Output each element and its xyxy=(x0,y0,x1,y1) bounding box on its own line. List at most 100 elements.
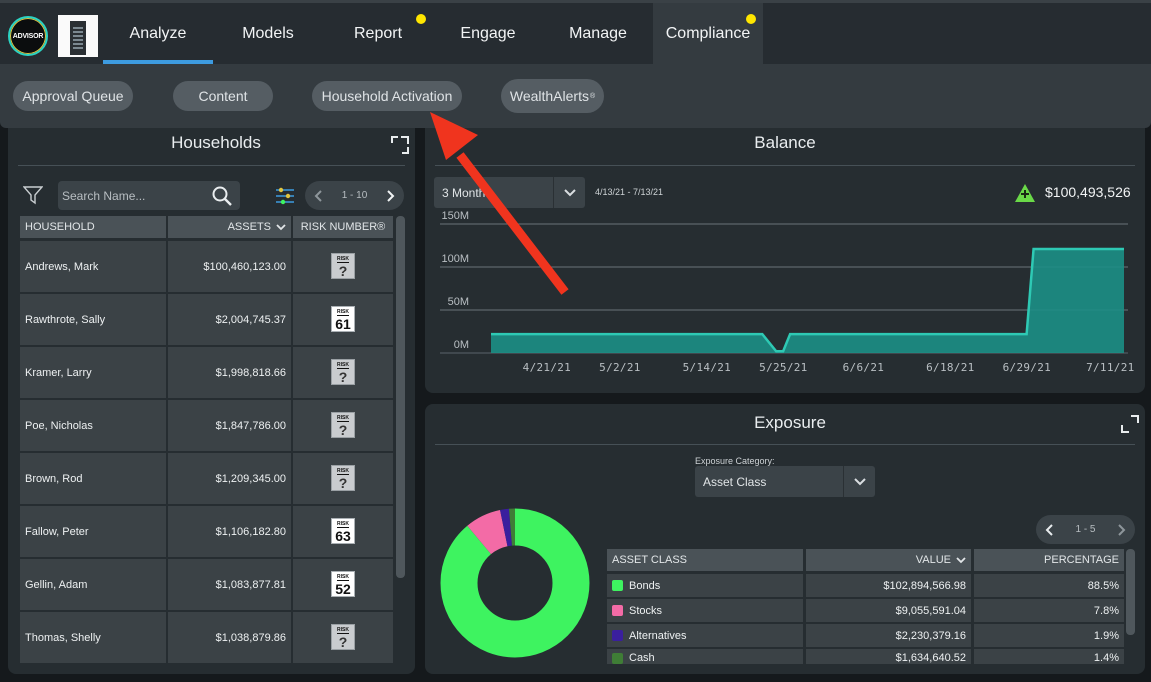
risk-number-badge[interactable]: RISK? xyxy=(331,624,355,650)
nav-label: Manage xyxy=(569,24,627,42)
risk-number-badge[interactable]: RISK? xyxy=(331,253,355,279)
household-assets-cell: $1,106,182.80 xyxy=(168,506,291,557)
asset-value-cell: $9,055,591.04 xyxy=(806,599,971,622)
content-button[interactable]: Content xyxy=(173,81,273,111)
nav-label: Engage xyxy=(460,24,516,42)
risk-number-badge[interactable]: RISK? xyxy=(331,465,355,491)
asset-value: $1,634,640.52 xyxy=(895,652,966,664)
header-label: HOUSEHOLD xyxy=(25,221,95,233)
nav-tab-compliance[interactable]: Compliance xyxy=(653,3,763,64)
column-header-asset-class[interactable]: ASSET CLASS xyxy=(607,549,803,571)
household-risk-cell: RISK 52 xyxy=(293,559,393,610)
asset-percentage: 1.4% xyxy=(1093,652,1119,664)
household-risk-cell: RISK? xyxy=(293,453,393,504)
next-page-button[interactable] xyxy=(384,186,398,206)
risk-number-value: ? xyxy=(338,369,348,385)
household-name-cell[interactable]: Kramer, Larry xyxy=(20,347,166,398)
risk-number-value: ? xyxy=(338,634,348,650)
risk-number-badge[interactable]: RISK 63 xyxy=(331,518,355,544)
header-label: RISK NUMBER® xyxy=(300,221,386,233)
column-settings-icon[interactable] xyxy=(275,186,295,206)
household-risk-cell: RISK? xyxy=(293,347,393,398)
column-header-assets[interactable]: ASSETS xyxy=(168,216,291,238)
risk-number-value: 61 xyxy=(335,316,351,332)
household-assets: $100,460,123.00 xyxy=(203,260,286,273)
household-name: Brown, Rod xyxy=(25,472,83,485)
search-input[interactable] xyxy=(62,186,202,205)
asset-value-cell: $2,230,379.16 xyxy=(806,624,971,647)
nav-tab-models[interactable]: Models xyxy=(213,3,323,64)
risk-number-badge[interactable]: RISK? xyxy=(331,359,355,385)
chevron-right-icon xyxy=(1118,523,1126,536)
household-name-cell[interactable]: Gellin, Adam xyxy=(20,559,166,610)
exposure-category-select[interactable]: Asset Class xyxy=(695,466,875,497)
household-risk-cell: RISK 61 xyxy=(293,294,393,345)
registered-mark: ® xyxy=(589,92,596,100)
previous-page-button[interactable] xyxy=(311,186,325,206)
asset-class-name: Stocks xyxy=(629,604,663,617)
risk-badge-label: RISK xyxy=(337,574,349,581)
sort-down-icon xyxy=(956,557,966,564)
search-icon[interactable] xyxy=(212,186,232,206)
household-name-cell[interactable]: Fallow, Peter xyxy=(20,506,166,557)
firm-logo-icon[interactable] xyxy=(58,15,98,57)
household-name-cell[interactable]: Poe, Nicholas xyxy=(20,400,166,451)
household-assets-cell: $2,004,745.37 xyxy=(168,294,291,345)
pill-label: Content xyxy=(198,88,248,104)
nav-tab-analyze[interactable]: Analyze xyxy=(103,3,213,64)
household-name-cell[interactable]: Andrews, Mark xyxy=(20,241,166,292)
nav-tab-manage[interactable]: Manage xyxy=(543,3,653,64)
expand-icon[interactable] xyxy=(391,136,409,154)
asset-value-cell: $1,634,640.52 xyxy=(806,649,971,664)
household-name-cell[interactable]: Thomas, Shelly xyxy=(20,612,166,663)
household-name-cell[interactable]: Rawthrote, Sally xyxy=(20,294,166,345)
next-page-button[interactable] xyxy=(1115,520,1129,540)
column-header-household[interactable]: HOUSEHOLD xyxy=(20,216,166,238)
header-label: ASSET CLASS xyxy=(612,554,687,566)
divider xyxy=(435,444,1135,445)
nav-tab-engage[interactable]: Engage xyxy=(433,3,543,64)
previous-page-button[interactable] xyxy=(1042,520,1056,540)
exposure-scrollbar[interactable] xyxy=(1126,549,1135,635)
household-name: Thomas, Shelly xyxy=(25,631,101,644)
risk-number-value: ? xyxy=(338,475,348,491)
risk-number-badge[interactable]: RISK 61 xyxy=(331,306,355,332)
nav-label: Compliance xyxy=(665,24,751,42)
exposure-donut-chart xyxy=(440,508,590,658)
column-header-percentage[interactable]: PERCENTAGE xyxy=(974,549,1124,571)
household-risk-cell: RISK? xyxy=(293,612,393,663)
notification-dot xyxy=(746,14,756,24)
asset-class-name: Cash xyxy=(629,652,655,664)
top-navigation-bar: ADVISOR Analyze Models Report Engage Man… xyxy=(0,0,1151,64)
asset-value: $9,055,591.04 xyxy=(895,604,966,617)
asset-value-cell: $102,894,566.98 xyxy=(806,574,971,597)
households-title: Households xyxy=(171,133,261,152)
filter-icon[interactable] xyxy=(23,185,43,205)
chevron-right-icon xyxy=(387,189,395,202)
balance-total: $100,493,526 xyxy=(1045,184,1131,200)
main-nav: Analyze Models Report Engage Manage Comp… xyxy=(103,3,763,64)
column-header-value[interactable]: VALUE xyxy=(806,549,971,571)
date-range: 4/13/21 - 7/13/21 xyxy=(595,187,664,197)
x-tick-label: 4/21/21 xyxy=(522,361,572,374)
column-header-risk-number[interactable]: RISK NUMBER® xyxy=(293,216,393,238)
risk-number-badge[interactable]: RISK 52 xyxy=(331,571,355,597)
approval-queue-button[interactable]: Approval Queue xyxy=(13,81,133,111)
household-risk-cell: RISK? xyxy=(293,241,393,292)
nav-tab-report[interactable]: Report xyxy=(323,3,433,64)
search-box xyxy=(58,181,240,210)
households-scrollbar[interactable] xyxy=(396,216,405,578)
risk-badge-label: RISK xyxy=(337,362,349,369)
household-name: Rawthrote, Sally xyxy=(25,313,106,326)
household-assets-cell: $100,460,123.00 xyxy=(168,241,291,292)
chevron-left-icon xyxy=(1045,523,1053,536)
asset-value: $102,894,566.98 xyxy=(883,579,966,592)
risk-number-badge[interactable]: RISK? xyxy=(331,412,355,438)
household-name-cell[interactable]: Brown, Rod xyxy=(20,453,166,504)
advisor-logo[interactable]: ADVISOR xyxy=(8,16,48,56)
pill-label: Approval Queue xyxy=(22,88,124,104)
expand-icon[interactable] xyxy=(1121,415,1139,433)
header-label: VALUE xyxy=(915,554,951,566)
risk-number-value: 52 xyxy=(335,581,351,597)
asset-class-name: Bonds xyxy=(629,579,661,592)
